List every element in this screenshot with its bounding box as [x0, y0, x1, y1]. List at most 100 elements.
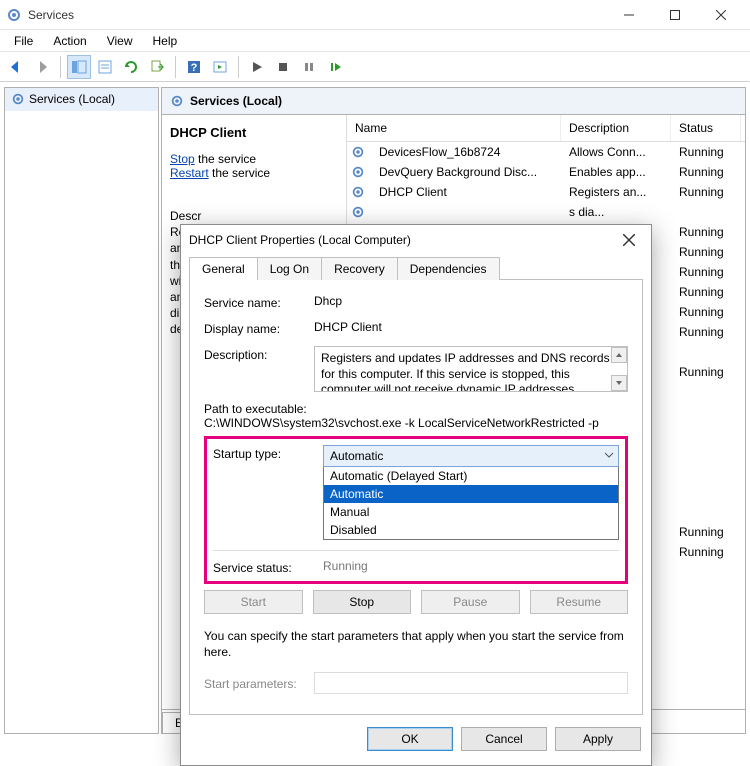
- start-button: Start: [204, 590, 303, 614]
- cell-status: Running: [671, 145, 741, 159]
- ok-button[interactable]: OK: [367, 727, 453, 751]
- service-icon: [347, 165, 371, 179]
- properties-dialog: DHCP Client Properties (Local Computer) …: [180, 224, 652, 766]
- separator: [175, 56, 176, 78]
- cell-status: Running: [671, 245, 741, 259]
- svg-text:?: ?: [191, 62, 198, 74]
- properties-button[interactable]: [93, 55, 117, 79]
- scroll-down-icon[interactable]: [611, 375, 627, 391]
- value-service-status: Running: [323, 559, 619, 575]
- label-startup-type: Startup type:: [213, 445, 323, 461]
- close-button[interactable]: [698, 0, 744, 30]
- tab-general[interactable]: General: [189, 257, 258, 280]
- label-service-status: Service status:: [213, 559, 323, 575]
- startup-option-manual[interactable]: Manual: [324, 503, 618, 521]
- menu-action[interactable]: Action: [43, 32, 96, 50]
- forward-button[interactable]: [30, 55, 54, 79]
- col-description[interactable]: Description: [561, 115, 671, 141]
- value-display-name: DHCP Client: [314, 320, 628, 334]
- cell-description: Enables app...: [561, 165, 671, 179]
- highlight-box: Startup type: Automatic Automatic (Delay…: [204, 436, 628, 584]
- col-status[interactable]: Status: [671, 115, 741, 141]
- window-title: Services: [28, 8, 606, 22]
- label-description: Description:: [204, 346, 314, 362]
- value-path: C:\WINDOWS\system32\svchost.exe -k Local…: [204, 416, 628, 430]
- dialog-title: DHCP Client Properties (Local Computer): [189, 233, 615, 247]
- services-node-icon: [11, 92, 25, 106]
- startup-option-delayed[interactable]: Automatic (Delayed Start): [324, 467, 618, 485]
- restart-service-button[interactable]: [323, 55, 347, 79]
- tree-root-label: Services (Local): [29, 92, 115, 106]
- header-label: Services (Local): [190, 94, 282, 108]
- apply-button[interactable]: Apply: [555, 727, 641, 751]
- stop-button[interactable]: Stop: [313, 590, 412, 614]
- chevron-down-icon: [604, 450, 614, 460]
- pause-button: Pause: [421, 590, 520, 614]
- description-box[interactable]: Registers and updates IP addresses and D…: [314, 346, 628, 392]
- restart-suffix: the service: [209, 166, 270, 180]
- cell-status: Running: [671, 265, 741, 279]
- tree-root[interactable]: Services (Local): [5, 88, 158, 111]
- maximize-button[interactable]: [652, 0, 698, 30]
- refresh-button[interactable]: [119, 55, 143, 79]
- start-params-input[interactable]: [314, 672, 628, 694]
- action-button[interactable]: [208, 55, 232, 79]
- dialog-footer: OK Cancel Apply: [181, 715, 651, 765]
- tab-logon[interactable]: Log On: [257, 257, 322, 280]
- table-row[interactable]: DevQuery Background Disc...Enables app..…: [347, 162, 745, 182]
- menu-file[interactable]: File: [4, 32, 43, 50]
- scroll-up-icon[interactable]: [611, 347, 627, 363]
- cell-status: Running: [671, 305, 741, 319]
- cell-status: Running: [671, 365, 741, 379]
- dialog-body: Service name: Dhcp Display name: DHCP Cl…: [189, 279, 643, 715]
- resume-button: Resume: [530, 590, 629, 614]
- label-path: Path to executable:: [204, 402, 628, 416]
- startup-option-automatic[interactable]: Automatic: [324, 485, 618, 503]
- stop-link-row: Stop the service: [170, 152, 338, 166]
- restart-service-link[interactable]: Restart: [170, 166, 209, 180]
- cancel-button[interactable]: Cancel: [461, 727, 547, 751]
- help-button[interactable]: ?: [182, 55, 206, 79]
- col-name[interactable]: Name: [347, 115, 561, 141]
- cell-status: Running: [671, 525, 741, 539]
- dialog-tabs: General Log On Recovery Dependencies: [181, 255, 651, 280]
- separator: [238, 56, 239, 78]
- table-row[interactable]: s dia...: [347, 202, 745, 222]
- cell-description: Registers an...: [561, 185, 671, 199]
- selected-service-name: DHCP Client: [170, 125, 338, 140]
- service-icon: [347, 145, 371, 159]
- stop-service-link[interactable]: Stop: [170, 152, 195, 166]
- menu-view[interactable]: View: [97, 32, 143, 50]
- startup-type-options: Automatic (Delayed Start) Automatic Manu…: [323, 467, 619, 540]
- minimize-button[interactable]: [606, 0, 652, 30]
- table-row[interactable]: DHCP ClientRegisters an...Running: [347, 182, 745, 202]
- table-row[interactable]: DevicesFlow_16b8724Allows Conn...Running: [347, 142, 745, 162]
- cell-name: DevicesFlow_16b8724: [371, 145, 561, 159]
- cell-status: Running: [671, 545, 741, 559]
- service-icon: [347, 185, 371, 199]
- description-text: Registers and updates IP addresses and D…: [321, 351, 610, 392]
- stop-service-button[interactable]: [271, 55, 295, 79]
- startup-type-combo[interactable]: Automatic: [323, 445, 619, 467]
- startup-selected: Automatic: [330, 449, 383, 463]
- label-start-params: Start parameters:: [204, 675, 314, 691]
- menu-help[interactable]: Help: [143, 32, 188, 50]
- cell-name: DevQuery Background Disc...: [371, 165, 561, 179]
- dialog-close-button[interactable]: [615, 229, 643, 251]
- show-hide-tree-button[interactable]: [67, 55, 91, 79]
- value-service-name: Dhcp: [314, 294, 628, 308]
- toolbar: ?: [0, 52, 750, 82]
- back-button[interactable]: [4, 55, 28, 79]
- cell-status: Running: [671, 285, 741, 299]
- tab-recovery[interactable]: Recovery: [321, 257, 398, 280]
- start-service-button[interactable]: [245, 55, 269, 79]
- export-button[interactable]: [145, 55, 169, 79]
- startup-option-disabled[interactable]: Disabled: [324, 521, 618, 539]
- pause-service-button[interactable]: [297, 55, 321, 79]
- tab-dependencies[interactable]: Dependencies: [397, 257, 500, 280]
- cell-status: Running: [671, 185, 741, 199]
- cell-name: DHCP Client: [371, 185, 561, 199]
- tree-pane: Services (Local): [4, 87, 159, 734]
- column-headers: Name Description Status: [347, 115, 745, 142]
- label-display-name: Display name:: [204, 320, 314, 336]
